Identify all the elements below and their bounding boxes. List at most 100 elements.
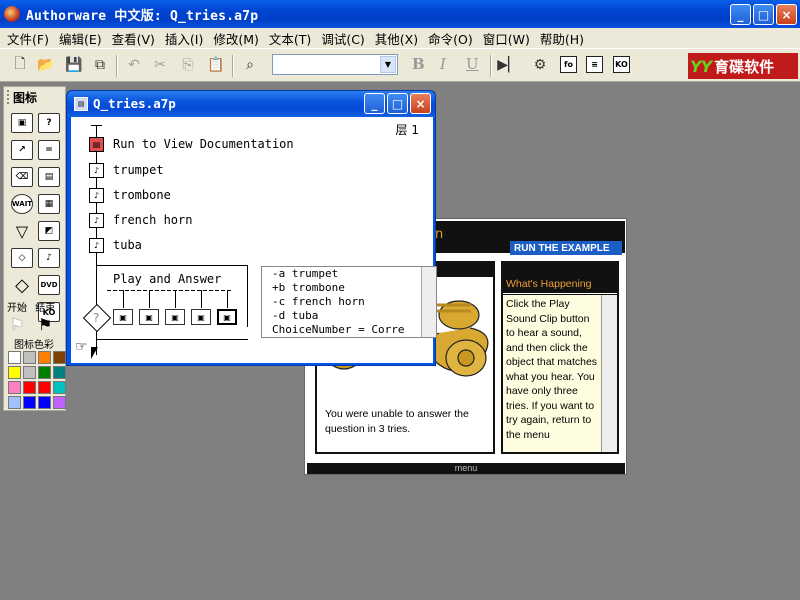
menu-help[interactable]: 帮助(H): [535, 29, 589, 48]
flowline-canvas[interactable]: 层 1 ▤ Run to View Documentation ♪ trumpe…: [71, 117, 437, 363]
flow-label-run-to-view[interactable]: Run to View Documentation: [113, 137, 294, 151]
maximize-button[interactable]: □: [387, 93, 408, 114]
navigate-icon[interactable]: ▽: [11, 221, 33, 241]
motion-icon[interactable]: ↗: [11, 140, 33, 160]
authorware-app-icon[interactable]: [4, 6, 20, 22]
palette-grid: ▣ ? ↗ = ⌫ ▤ WAIT ▦ ▽ ◩ ◇ ♪ ◇ DVD KO: [4, 107, 65, 322]
paste-hand-icon: ☞: [75, 339, 88, 355]
undo-icon[interactable]: ↶: [124, 55, 144, 75]
digital-movie-icon[interactable]: ▦: [38, 194, 60, 214]
flow-label-trombone[interactable]: trombone: [113, 188, 171, 202]
color-swatch[interactable]: [23, 381, 36, 394]
color-swatch[interactable]: [38, 351, 51, 364]
flow-label-french-horn[interactable]: french horn: [113, 213, 192, 227]
color-swatch[interactable]: [53, 396, 66, 409]
close-button[interactable]: ×: [776, 4, 797, 25]
control-panel-icon[interactable]: ⚙: [530, 55, 550, 75]
menu-link[interactable]: menu: [307, 463, 625, 474]
menu-text[interactable]: 文本(T): [264, 29, 316, 48]
calc-response-icon-selected[interactable]: ▣: [217, 309, 237, 325]
sound-icon[interactable]: ♪: [38, 248, 60, 268]
run-the-example-label: RUN THE EXAMPLE: [510, 241, 622, 255]
find-icon[interactable]: ⌕: [240, 55, 260, 75]
dvd-icon[interactable]: DVD: [38, 275, 60, 295]
color-swatch[interactable]: [38, 396, 51, 409]
bold-icon[interactable]: B: [412, 55, 425, 73]
menu-file[interactable]: 文件(F): [2, 29, 54, 48]
color-swatch[interactable]: [53, 381, 66, 394]
flow-label-tuba[interactable]: tuba: [113, 238, 142, 252]
brand-logo: YY: [690, 56, 712, 76]
minimize-button[interactable]: _: [364, 93, 385, 114]
save-all-icon[interactable]: 💾: [64, 55, 84, 75]
interaction-icon[interactable]: ?: [38, 113, 60, 133]
decision-icon[interactable]: ◇: [11, 248, 33, 268]
sound-icon[interactable]: ♪: [89, 213, 104, 228]
color-swatch[interactable]: [23, 396, 36, 409]
color-swatch[interactable]: [53, 351, 66, 364]
color-swatch[interactable]: [8, 351, 21, 364]
color-swatch[interactable]: [53, 366, 66, 379]
chevron-down-icon[interactable]: ▼: [380, 56, 396, 73]
color-swatch[interactable]: [8, 381, 21, 394]
menu-window[interactable]: 窗口(W): [478, 29, 535, 48]
icon-color-swatches: [8, 351, 66, 409]
copy-icon[interactable]: ⎘: [178, 55, 198, 75]
flow-label-trumpet[interactable]: trumpet: [113, 163, 164, 177]
restart-icon[interactable]: ▶▏: [497, 55, 519, 75]
minimize-button[interactable]: _: [730, 4, 751, 25]
style-combo[interactable]: ▼: [272, 54, 398, 75]
color-swatch[interactable]: [38, 366, 51, 379]
whats-happening-scrollbar[interactable]: [601, 295, 617, 452]
color-swatch[interactable]: [8, 396, 21, 409]
menu-modify[interactable]: 修改(M): [208, 29, 264, 48]
color-swatch[interactable]: [38, 381, 51, 394]
sound-icon[interactable]: ♪: [89, 238, 104, 253]
knowledge-objects-icon[interactable]: KO: [613, 56, 630, 73]
new-icon[interactable]: 🗋: [10, 55, 30, 75]
menubar: 文件(F) 编辑(E) 查看(V) 插入(I) 修改(M) 文本(T) 调试(C…: [0, 28, 800, 48]
menu-control[interactable]: 调试(C): [316, 29, 369, 48]
response-list-scrollbar[interactable]: [421, 267, 436, 337]
wait-icon[interactable]: WAIT: [11, 194, 33, 214]
menu-xtras[interactable]: 其他(X): [370, 29, 423, 48]
color-swatch[interactable]: [8, 366, 21, 379]
interaction-diamond-icon[interactable]: ◇: [11, 275, 33, 296]
grip-handle[interactable]: [7, 90, 10, 104]
calc-response-icon[interactable]: ▣: [139, 309, 159, 325]
calculation-icon[interactable]: =: [38, 140, 60, 160]
response-line: +b trombone: [272, 281, 345, 294]
sound-icon[interactable]: ♪: [89, 163, 104, 178]
restore-button[interactable]: □: [753, 4, 774, 25]
map-icon[interactable]: ▤: [38, 167, 60, 187]
display-icon[interactable]: ▣: [11, 113, 33, 133]
open-icon[interactable]: 📂: [36, 55, 56, 75]
map-icon[interactable]: ▤: [89, 137, 104, 152]
framework-icon[interactable]: ◩: [38, 221, 60, 241]
menu-view[interactable]: 查看(V): [107, 29, 160, 48]
close-button[interactable]: ×: [410, 93, 431, 114]
functions-icon[interactable]: fo: [560, 56, 577, 73]
interaction-label[interactable]: Play and Answer: [113, 272, 221, 286]
sound-icon[interactable]: ♪: [89, 188, 104, 203]
design-window-titlebar[interactable]: ▤ Q_tries.a7p _ □ ×: [67, 91, 435, 117]
color-swatch[interactable]: [23, 366, 36, 379]
italic-icon[interactable]: I: [440, 55, 446, 73]
menu-commands[interactable]: 命令(O): [423, 29, 478, 48]
paste-icon[interactable]: 📋: [206, 55, 226, 75]
import-icon[interactable]: ⧉: [90, 55, 110, 75]
cut-icon[interactable]: ✂: [150, 55, 170, 75]
calc-response-icon[interactable]: ▣: [191, 309, 211, 325]
menu-edit[interactable]: 编辑(E): [54, 29, 107, 48]
start-flag-icon[interactable]: ⚑: [10, 315, 24, 334]
response-list[interactable]: -a trumpet +b trombone -c french horn -d…: [261, 266, 437, 338]
variables-icon[interactable]: ≡: [586, 56, 603, 73]
underline-icon[interactable]: U: [466, 55, 479, 73]
end-flag-icon[interactable]: ⚑: [38, 315, 52, 334]
erase-icon[interactable]: ⌫: [11, 167, 33, 187]
design-window: ▤ Q_tries.a7p _ □ × 层 1 ▤ Run to View Do…: [66, 90, 437, 366]
menu-insert[interactable]: 插入(I): [160, 29, 208, 48]
calc-response-icon[interactable]: ▣: [165, 309, 185, 325]
calc-response-icon[interactable]: ▣: [113, 309, 133, 325]
color-swatch[interactable]: [23, 351, 36, 364]
